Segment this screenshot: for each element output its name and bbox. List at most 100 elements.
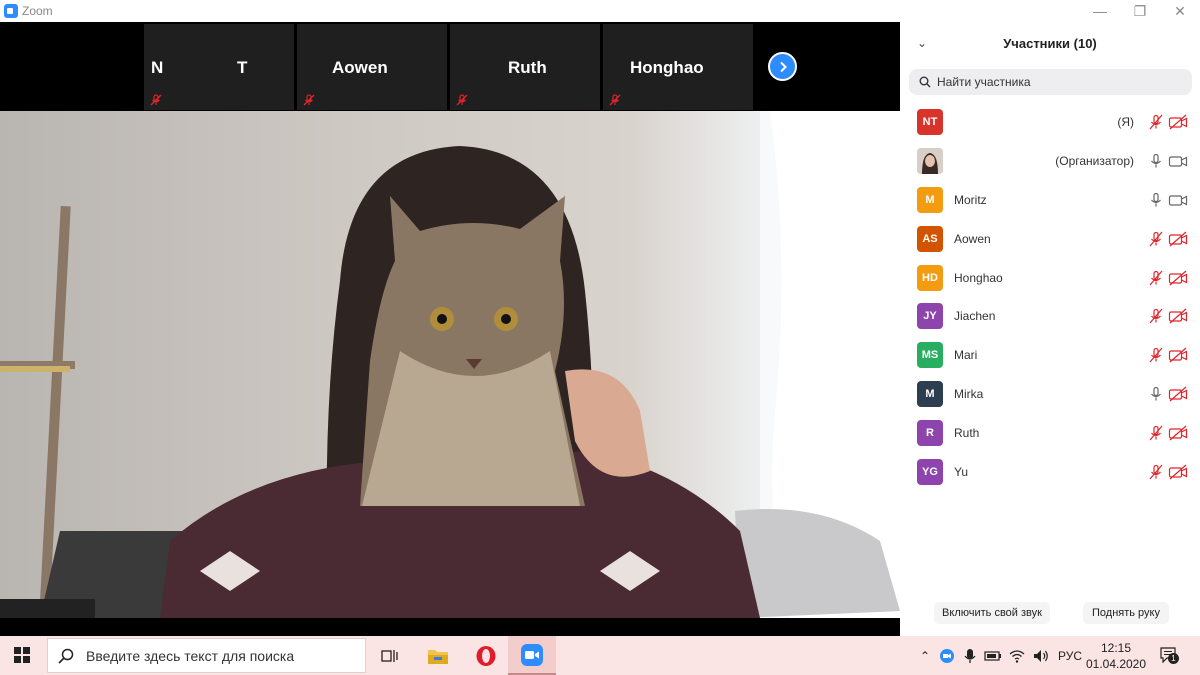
thumbnail-name: Ruth <box>508 58 547 77</box>
language-indicator[interactable]: РУС <box>1058 649 1082 663</box>
mic-icon[interactable] <box>1148 192 1164 208</box>
video-icon[interactable] <box>1168 192 1188 208</box>
thumbnail-video[interactable]: N T <box>144 24 294 110</box>
next-page-button[interactable] <box>768 52 797 81</box>
muted-mic-icon <box>150 94 162 106</box>
avatar <box>917 148 943 175</box>
muted-mic-icon[interactable] <box>1148 464 1164 480</box>
participant-name: Aowen <box>954 231 991 246</box>
participant-role: (Организатор) <box>1055 154 1134 169</box>
video-off-icon[interactable] <box>1168 464 1188 480</box>
close-button[interactable]: ✕ <box>1160 0 1200 22</box>
clock-time: 12:15 <box>1100 641 1132 655</box>
muted-mic-icon[interactable] <box>1148 308 1164 324</box>
taskbar-search-text: Введите здесь текст для поиска <box>86 647 295 664</box>
avatar: M <box>917 186 943 213</box>
task-view-icon <box>381 649 398 662</box>
windows-start-icon[interactable] <box>14 647 30 663</box>
search-icon <box>919 76 931 88</box>
avatar: YG <box>917 458 943 485</box>
taskbar-search[interactable]: Введите здесь текст для поиска <box>47 638 366 673</box>
minimize-button[interactable]: — <box>1080 0 1120 22</box>
participant-name: Ruth <box>954 425 980 440</box>
thumbnail-video[interactable]: Honghao <box>603 24 753 110</box>
participant-name: Jiachen <box>954 309 996 324</box>
video-frame-image <box>0 111 900 618</box>
chevron-right-icon <box>779 61 787 72</box>
avatar: M <box>917 380 943 407</box>
participant-row[interactable]: MS Mari <box>900 336 1200 375</box>
participant-row[interactable]: YG Yu <box>900 452 1200 491</box>
participant-row[interactable]: HD Honghao <box>900 258 1200 297</box>
participant-row[interactable]: M Mirka <box>900 375 1200 414</box>
avatar: JY <box>917 303 943 330</box>
clock[interactable]: 12:15 01.04.2020 <box>1084 640 1148 672</box>
wifi-icon[interactable] <box>1008 648 1026 664</box>
video-off-icon[interactable] <box>1168 308 1188 324</box>
muted-mic-icon[interactable] <box>1148 347 1164 363</box>
zoom-tray-icon[interactable] <box>938 648 956 664</box>
opera-browser-button[interactable] <box>462 636 510 675</box>
participant-row[interactable]: (Организатор) <box>900 142 1200 181</box>
video-off-icon[interactable] <box>1168 231 1188 247</box>
video-off-icon[interactable] <box>1168 347 1188 363</box>
clock-date: 01.04.2020 <box>1085 657 1147 671</box>
video-off-icon[interactable] <box>1168 386 1188 402</box>
notification-center-button[interactable]: 1 <box>1160 647 1179 664</box>
unmute-button[interactable]: Включить свой звук <box>934 602 1050 624</box>
file-explorer-button[interactable] <box>414 636 462 675</box>
panel-header: ⌄ Участники (10) <box>900 22 1200 64</box>
profile-photo <box>917 148 943 175</box>
title-bar: Zoom <box>0 0 900 22</box>
thumbnail-strip: N T Aowen Ruth Honghao <box>0 22 900 111</box>
muted-mic-icon[interactable] <box>1148 231 1164 247</box>
muted-mic-icon[interactable] <box>1148 270 1164 286</box>
thumbnail-name: Aowen <box>332 58 388 77</box>
chevron-up-icon[interactable]: ⌃ <box>916 649 934 663</box>
battery-icon[interactable] <box>984 648 1002 664</box>
window-controls: — ❐ ✕ <box>900 0 1200 22</box>
meeting-stage: N T Aowen Ruth Honghao <box>0 22 900 636</box>
participant-name: Mari <box>954 348 978 363</box>
participant-row[interactable]: NT (Я) <box>900 103 1200 142</box>
search-input[interactable] <box>937 75 1177 89</box>
search-icon <box>58 648 74 664</box>
participant-name: Honghao <box>954 270 1003 285</box>
participant-row[interactable]: JY Jiachen <box>900 297 1200 336</box>
thumbnail-video[interactable]: Aowen <box>297 24 447 110</box>
participant-row[interactable]: AS Aowen <box>900 219 1200 258</box>
zoom-app-icon <box>521 643 543 666</box>
mic-icon[interactable] <box>1148 153 1164 169</box>
mic-icon[interactable] <box>1148 386 1164 402</box>
notification-count-badge: 1 <box>1168 653 1179 664</box>
raise-hand-button[interactable]: Поднять руку <box>1083 602 1169 624</box>
volume-icon[interactable] <box>1032 648 1050 664</box>
thumbnail-video[interactable]: Ruth <box>450 24 600 110</box>
task-view-button[interactable] <box>366 636 414 675</box>
muted-mic-icon <box>456 94 468 106</box>
participant-row[interactable]: M Moritz <box>900 181 1200 220</box>
active-speaker-video[interactable] <box>0 111 900 618</box>
video-icon[interactable] <box>1168 153 1188 169</box>
windows-taskbar: Введите здесь текст для поиска ⌃ РУС 12:… <box>0 636 1200 675</box>
restore-button[interactable]: ❐ <box>1120 0 1160 22</box>
muted-mic-icon[interactable] <box>1148 114 1164 130</box>
avatar: NT <box>917 109 943 136</box>
participant-search[interactable] <box>909 69 1192 95</box>
thumbnail-name: N <box>151 58 164 77</box>
opera-icon <box>476 645 496 666</box>
video-off-icon[interactable] <box>1168 425 1188 441</box>
microphone-icon[interactable] <box>962 648 978 664</box>
folder-icon <box>428 649 448 664</box>
muted-mic-icon[interactable] <box>1148 425 1164 441</box>
avatar: R <box>917 419 943 446</box>
participant-list: NT (Я) (Организатор) M Moritz AS Aowen H… <box>900 103 1200 491</box>
chevron-down-icon[interactable]: ⌄ <box>917 36 927 50</box>
participant-row[interactable]: R Ruth <box>900 413 1200 452</box>
window-title: Zoom <box>22 4 53 18</box>
muted-mic-icon <box>303 94 315 106</box>
video-off-icon[interactable] <box>1168 270 1188 286</box>
video-off-icon[interactable] <box>1168 114 1188 130</box>
zoom-app-button[interactable] <box>508 636 556 675</box>
avatar: MS <box>917 342 943 369</box>
